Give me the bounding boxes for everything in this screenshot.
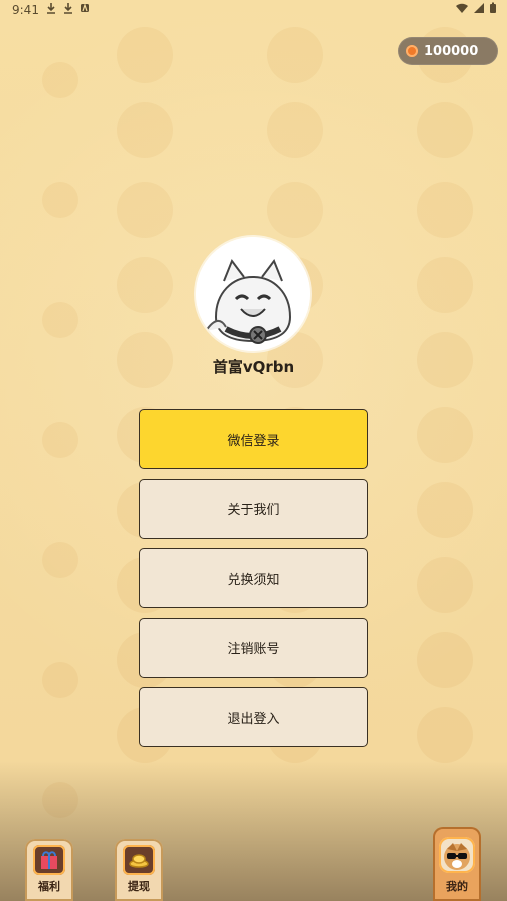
tab-mine[interactable]: 我的: [433, 827, 481, 901]
avatar[interactable]: [196, 237, 310, 351]
gold-ingot-icon: [123, 845, 155, 875]
wifi-icon: [456, 3, 468, 13]
download-icon: [64, 3, 72, 14]
cat-avatar-icon: [196, 237, 310, 351]
download-icon: [47, 3, 55, 14]
coin-balance[interactable]: 100000: [398, 37, 498, 65]
about-us-button[interactable]: 关于我们: [139, 478, 368, 539]
status-time: 9:41: [12, 3, 39, 17]
coin-count: 100000: [424, 43, 479, 59]
status-bar: 9:41: [0, 0, 507, 22]
signal-icon: [474, 3, 484, 13]
a-badge-icon: [81, 3, 89, 12]
bottom-gradient: [0, 761, 507, 901]
username: 首富vQrbn: [212, 358, 295, 376]
battery-icon: [490, 2, 496, 13]
gift-icon: [33, 845, 65, 875]
status-icons: [46, 2, 90, 14]
dog-sunglasses-icon: [439, 837, 475, 873]
logout-button[interactable]: 退出登入: [139, 687, 368, 747]
tab-mine-label: 我的: [446, 880, 468, 893]
coin-icon: [406, 45, 418, 57]
delete-account-button[interactable]: 注销账号: [139, 617, 368, 678]
tab-welfare[interactable]: 福利: [25, 839, 73, 901]
tab-withdraw-label: 提现: [128, 880, 150, 893]
tab-welfare-label: 福利: [38, 880, 60, 893]
tab-withdraw[interactable]: 提现: [115, 839, 163, 901]
exchange-notice-button[interactable]: 兑换须知: [139, 548, 368, 608]
menu: 微信登录 关于我们 兑换须知 注销账号 退出登入: [139, 409, 368, 757]
status-right: [455, 2, 497, 14]
wechat-login-button[interactable]: 微信登录: [139, 409, 368, 469]
